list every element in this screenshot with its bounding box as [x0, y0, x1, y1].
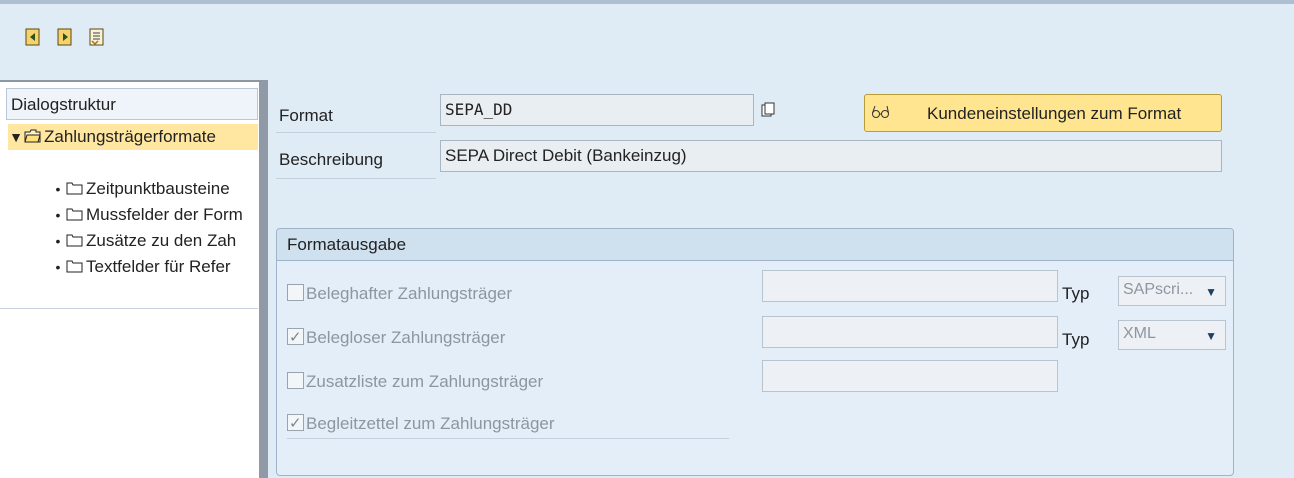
- possible-entries-button[interactable]: [756, 96, 780, 124]
- tree-item-textfelder[interactable]: • Textfelder für Refer: [50, 254, 258, 280]
- folder-icon: [66, 229, 83, 254]
- dropdown-arrow-icon: ▼: [1205, 329, 1217, 343]
- bullet-icon: •: [55, 259, 61, 275]
- beschreibung-label: Beschreibung: [279, 150, 383, 169]
- tree-item-label: Zeitpunktbausteine: [86, 179, 230, 198]
- tree-item-zahlungstraegerformate[interactable]: ▼ Zahlungsträgerformate: [8, 124, 258, 150]
- begleitzettel-divider: [287, 438, 729, 439]
- typ-select-1-value: SAPscri...: [1123, 281, 1194, 298]
- typ-label-1: Typ: [1062, 284, 1090, 303]
- begleitzettel-row: Begleitzettel zum Zahlungsträger: [287, 410, 555, 438]
- tree-item-label: Zusätze zu den Zah: [86, 231, 237, 250]
- tree-divider: [0, 308, 258, 309]
- previous-entry-icon: [25, 28, 40, 46]
- begleitzettel-checkbox[interactable]: [287, 410, 304, 438]
- expand-arrow-icon[interactable]: ▼: [8, 124, 24, 150]
- beleghafter-checkbox[interactable]: [287, 284, 304, 301]
- bullet-icon: •: [55, 181, 61, 197]
- next-entry-icon: [57, 28, 72, 46]
- dialog-structure-header: Dialogstruktur: [6, 88, 258, 120]
- bullet-icon: •: [55, 233, 61, 249]
- beschreibung-field[interactable]: SEPA Direct Debit (Bankeinzug): [440, 140, 1222, 172]
- tree-item-label: Zahlungsträgerformate: [44, 127, 216, 146]
- folder-icon: [66, 177, 83, 202]
- tree-item-mussfelder[interactable]: • Mussfelder der Form: [50, 202, 258, 228]
- zusatzliste-checkbox[interactable]: [287, 372, 304, 389]
- zusatzliste-field[interactable]: [762, 360, 1058, 392]
- tree-item-label: Mussfelder der Form: [86, 205, 243, 224]
- customer-settings-label: Kundeneinstellungen zum Format: [927, 104, 1182, 123]
- customer-settings-button[interactable]: Kundeneinstellungen zum Format: [864, 94, 1222, 132]
- possible-entries-icon: [761, 102, 775, 117]
- typ-select-2[interactable]: XML ▼: [1118, 320, 1226, 350]
- dialog-structure-panel: Dialogstruktur ▼ Zahlungsträgerformate • Z…: [0, 80, 268, 478]
- beleghafter-field[interactable]: [762, 270, 1058, 302]
- zusatzliste-label: Zusatzliste zum Zahlungsträger: [306, 372, 544, 391]
- tree-item-label: Textfelder für Refer: [86, 257, 231, 276]
- folder-icon: [66, 255, 83, 280]
- typ-select-2-value: XML: [1123, 325, 1156, 342]
- format-field[interactable]: SEPA_DD: [440, 94, 754, 126]
- belegloser-label: Belegloser Zahlungsträger: [306, 328, 506, 347]
- belegloser-checkbox[interactable]: [287, 324, 304, 352]
- formatausgabe-title: Formatausgabe: [277, 229, 1233, 261]
- glasses-icon: [871, 103, 891, 126]
- zusatzliste-row: Zusatzliste zum Zahlungsträger: [287, 368, 543, 396]
- open-folder-icon: [24, 125, 41, 150]
- variable-list-icon: [89, 28, 104, 46]
- tree-item-zeitpunktbausteine[interactable]: • Zeitpunktbausteine: [50, 176, 258, 202]
- format-label: Format: [279, 106, 333, 125]
- dropdown-arrow-icon: ▼: [1205, 285, 1217, 299]
- beschreibung-row-divider: [276, 178, 436, 179]
- tree-item-zusaetze[interactable]: • Zusätze zu den Zah: [50, 228, 258, 254]
- belegloser-row: Belegloser Zahlungsträger: [287, 324, 505, 352]
- beleghafter-row: Beleghafter Zahlungsträger: [287, 280, 512, 308]
- format-row-divider: [276, 132, 436, 133]
- begleitzettel-label: Begleitzettel zum Zahlungsträger: [306, 414, 555, 433]
- folder-icon: [66, 203, 83, 228]
- next-entry-button[interactable]: [56, 26, 74, 48]
- application-toolbar: [0, 0, 1294, 74]
- belegloser-field[interactable]: [762, 316, 1058, 348]
- beleghafter-label: Beleghafter Zahlungsträger: [306, 284, 513, 303]
- previous-entry-button[interactable]: [24, 26, 42, 48]
- bullet-icon: •: [55, 207, 61, 223]
- variable-list-button[interactable]: [88, 26, 106, 48]
- typ-select-1[interactable]: SAPscri... ▼: [1118, 276, 1226, 306]
- typ-label-2: Typ: [1062, 330, 1090, 349]
